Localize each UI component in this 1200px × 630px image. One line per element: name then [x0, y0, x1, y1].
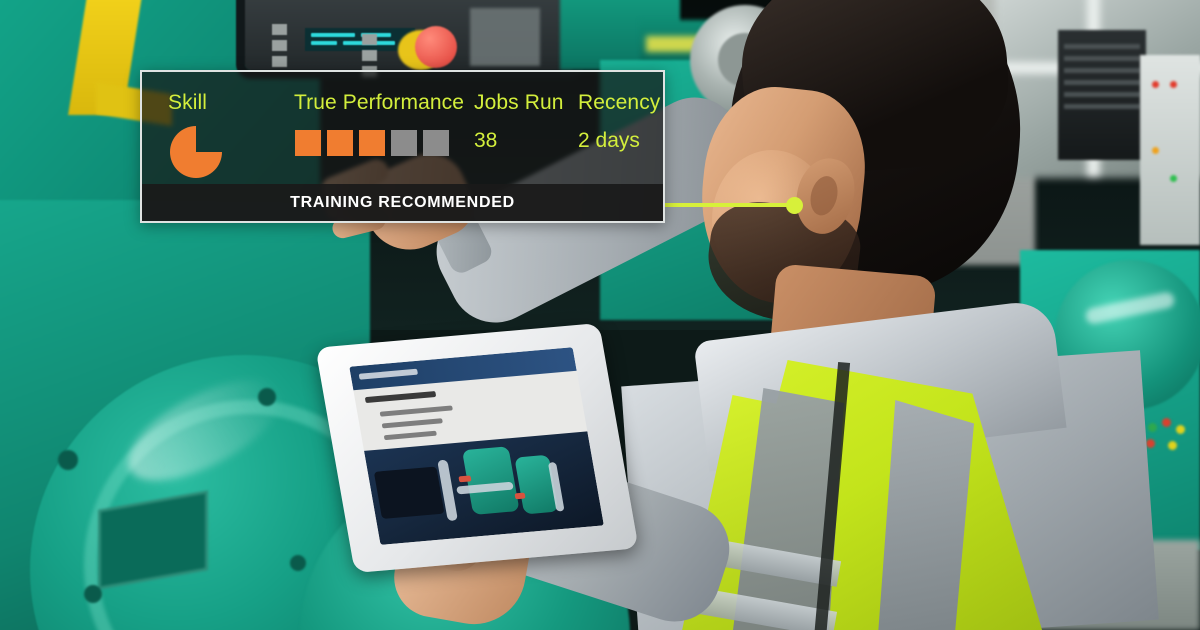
tablet-list-item[interactable] [379, 405, 453, 417]
performance-block-meter [295, 130, 449, 156]
metric-column-recency: Recency 2 days [578, 72, 693, 186]
machine-bolt [84, 585, 102, 603]
metric-column-skill: Skill [168, 72, 294, 186]
performance-block-empty [391, 130, 417, 156]
tablet-machine-photo [364, 431, 604, 545]
cnc-key [362, 34, 377, 45]
technician-figure [318, 0, 1200, 630]
performance-block-filled [327, 130, 353, 156]
skill-pie-chart [170, 126, 222, 178]
machine-bolt [290, 555, 306, 571]
tablet-list-item[interactable] [381, 418, 443, 429]
metric-value-jobs-run: 38 [474, 129, 498, 152]
metric-column-jobs-run: Jobs Run 38 [474, 72, 578, 186]
metric-header-recency: Recency [578, 91, 661, 114]
cnc-key [362, 50, 377, 61]
emergency-stop-button [415, 26, 457, 68]
callout-connector-line [665, 203, 789, 207]
metric-header-jobs-run: Jobs Run [474, 91, 564, 114]
metric-header-skill: Skill [168, 91, 208, 114]
training-status-label: TRAINING RECOMMENDED [290, 193, 515, 211]
skill-overlay-panel: Skill True Performance Jobs Run 38 Recen… [140, 70, 665, 223]
tablet-list-item[interactable] [383, 430, 437, 441]
skill-metrics-row: Skill True Performance Jobs Run 38 Recen… [142, 72, 663, 186]
training-status-banner: TRAINING RECOMMENDED [142, 184, 663, 221]
screenshot-root: Skill True Performance Jobs Run 38 Recen… [0, 0, 1200, 630]
metric-value-recency: 2 days [578, 129, 640, 152]
performance-block-empty [423, 130, 449, 156]
tablet-screen[interactable] [349, 347, 604, 545]
performance-block-filled [295, 130, 321, 156]
machine-bolt [258, 388, 276, 406]
machine-bolt [58, 450, 78, 470]
cnc-key [272, 40, 287, 51]
cnc-key [272, 24, 287, 35]
cnc-key [272, 56, 287, 67]
cnc-name-plate [470, 8, 540, 66]
tablet-device[interactable] [314, 304, 641, 592]
callout-connector-dot [786, 197, 803, 214]
metric-column-true-performance: True Performance [294, 72, 474, 186]
metric-header-true-performance: True Performance [294, 91, 465, 114]
tablet-content-title [364, 391, 437, 404]
performance-block-filled [359, 130, 385, 156]
